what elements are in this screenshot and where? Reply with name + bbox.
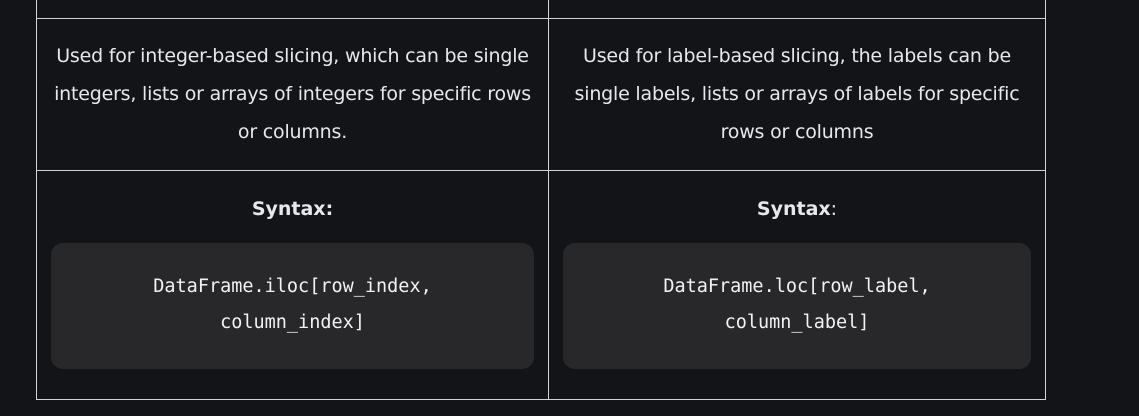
comparison-table: Used for integer-based slicing, which ca… [36, 0, 1047, 400]
table-row-syntax: Syntax: DataFrame.iloc[row_index, column… [36, 170, 1047, 400]
loc-syntax-heading: Syntax: [549, 195, 1045, 223]
loc-description: Used for label-based slicing, the labels… [574, 45, 1020, 143]
table-row-description: Used for integer-based slicing, which ca… [36, 18, 1047, 171]
iloc-description: Used for integer-based slicing, which ca… [54, 45, 531, 143]
loc-syntax-colon: : [830, 198, 838, 220]
loc-syntax-cell: Syntax: DataFrame.loc[row_label, column_… [547, 170, 1047, 400]
iloc-code-line-2: column_index] [220, 312, 365, 333]
loc-code-line-1: DataFrame.loc[row_label, [663, 276, 931, 297]
iloc-syntax-cell: Syntax: DataFrame.iloc[row_index, column… [36, 170, 549, 400]
iloc-syntax-label: Syntax: [251, 198, 334, 220]
iloc-code-block[interactable]: DataFrame.iloc[row_index, column_index] [51, 243, 534, 369]
table-row-top [36, 0, 1047, 19]
table-cell-empty [36, 0, 549, 19]
table-cell-empty [547, 0, 1047, 19]
iloc-description-cell: Used for integer-based slicing, which ca… [36, 18, 549, 171]
iloc-code-line-1: DataFrame.iloc[row_index, [153, 276, 432, 297]
loc-description-cell: Used for label-based slicing, the labels… [547, 18, 1047, 171]
loc-syntax-label: Syntax [756, 198, 831, 220]
loc-code-block[interactable]: DataFrame.loc[row_label, column_label] [562, 243, 1031, 369]
loc-code-line-2: column_label] [724, 312, 870, 333]
